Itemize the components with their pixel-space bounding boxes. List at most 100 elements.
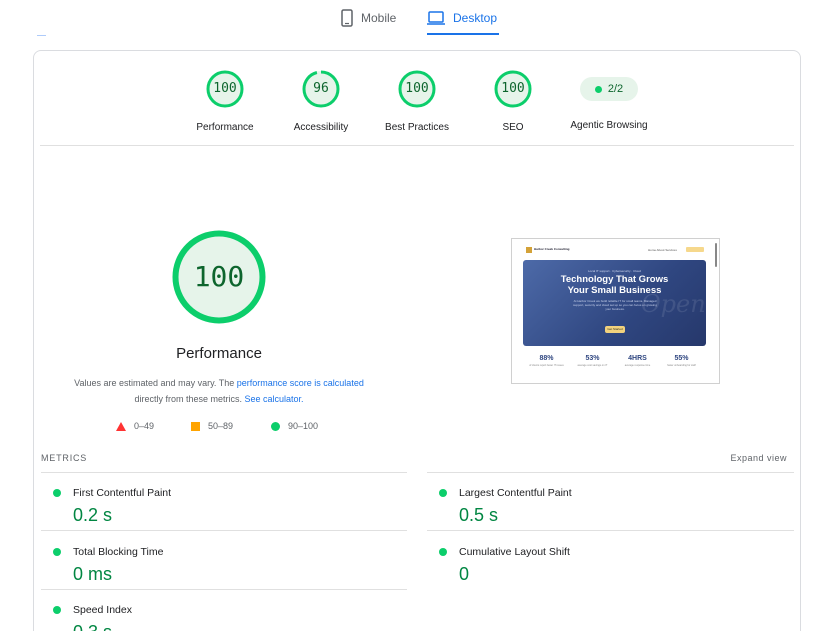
metric-value: 0.5 s [459, 505, 499, 525]
gauge-best-practices[interactable]: 100 Best Practices [362, 69, 472, 133]
metric-name: Speed Index [73, 604, 132, 616]
preview-hero: Open Local IT support · Cybersecurity · … [523, 260, 706, 346]
device-tabs: Mobile Desktop [0, 0, 833, 40]
tab-desktop[interactable]: Desktop [427, 0, 500, 35]
score-legend: 0–49 50–89 90–100 [116, 421, 396, 435]
agentic-score: 2/2 [607, 83, 624, 95]
preview-stat-desc: faster onboarding for staff [667, 364, 696, 367]
metric-name: Total Blocking Time [73, 546, 164, 558]
preview-stat: 53% average cost savings on IT [570, 355, 615, 367]
circle-icon [271, 421, 280, 431]
preview-stat-value: 53% [585, 355, 600, 362]
preview-stat: 88% of clients report fewer IT issues [524, 355, 569, 367]
gauge-score: 96 [313, 81, 329, 96]
preview-stat-desc: of clients report fewer IT issues [529, 364, 564, 367]
legend-item-average: 50–89 [191, 421, 233, 431]
metric-value: 0.2 s [73, 505, 113, 525]
triangle-icon [116, 421, 126, 431]
performance-note: Values are estimated and may vary. The p… [64, 375, 374, 407]
divider [37, 35, 46, 36]
report-card: 100 Performance 96 Accessibility 100 Bes… [33, 50, 801, 631]
gauge-label: Best Practices [385, 122, 449, 133]
metric-lcp: Largest Contentful Paint 0.5 s [427, 481, 787, 537]
gauge-agentic-browsing[interactable]: 2/2 Agentic Browsing [554, 69, 664, 131]
metric-name: Cumulative Layout Shift [459, 546, 570, 558]
preview-logo-icon [526, 247, 532, 253]
metric-name: First Contentful Paint [73, 487, 172, 499]
metric-fcp: First Contentful Paint 0.2 s [41, 481, 401, 537]
preview-body: At Harbor Creek we build reliable IT for… [573, 299, 657, 311]
gauge-label: Performance [196, 122, 254, 133]
preview-scrollbar [715, 243, 717, 267]
metric-name: Largest Contentful Paint [459, 487, 572, 499]
divider [40, 145, 794, 146]
legend-item-pass: 90–100 [271, 421, 318, 431]
divider [427, 472, 794, 473]
performance-score-link[interactable]: performance score is calculated [237, 378, 364, 388]
divider [41, 472, 407, 473]
preview-stats: 88% of clients report fewer IT issues 53… [524, 355, 704, 375]
gauge-ring: 96 [301, 69, 341, 109]
note-text: Values are estimated and may vary. The [74, 378, 237, 388]
divider [427, 530, 794, 531]
pass-dot-icon [53, 548, 61, 556]
preview-brand: Harbor Creek Consulting [534, 247, 570, 251]
tab-mobile-label: Mobile [361, 10, 397, 25]
tab-mobile[interactable]: Mobile [341, 0, 396, 35]
metric-value: 0 [459, 564, 470, 584]
preview-stat: 4HRS average response time [615, 355, 660, 367]
gauge-ring: 100 [205, 69, 245, 109]
divider [41, 530, 407, 531]
performance-gauge: 100 [171, 229, 267, 325]
gauge-score: 100 [405, 81, 429, 96]
gauge-label: Accessibility [293, 122, 349, 133]
gauge-ring: 100 [397, 69, 437, 109]
divider [41, 589, 407, 590]
preview-stat: 55% faster onboarding for staff [659, 355, 704, 367]
square-icon [191, 421, 200, 431]
legend-item-fail: 0–49 [116, 421, 154, 431]
pass-dot-icon [594, 85, 602, 93]
metric-value: 0.3 s [73, 622, 112, 631]
gauge-score: 100 [213, 81, 237, 96]
legend-range: 90–100 [288, 421, 319, 431]
legend-range: 0–49 [134, 421, 155, 431]
performance-title: Performance [176, 345, 262, 362]
preview-nav: Harbor Creek Consulting Home About Servi… [512, 239, 719, 259]
metrics-header: METRICS [41, 453, 88, 463]
laptop-icon [427, 10, 445, 25]
tab-desktop-label: Desktop [453, 10, 498, 25]
preview-headline-line: Your Small Business [567, 285, 662, 296]
performance-score: 100 [193, 260, 245, 293]
preview-nav-button [686, 247, 704, 252]
legend-range: 50–89 [208, 421, 234, 431]
gauge-label: SEO [502, 122, 524, 133]
gauge-seo[interactable]: 100 SEO [458, 69, 568, 133]
preview-stat-value: 88% [539, 355, 554, 362]
metric-cls: Cumulative Layout Shift 0 [427, 540, 787, 596]
pass-dot-icon [439, 489, 447, 497]
pass-dot-icon [53, 606, 61, 614]
gauge-accessibility[interactable]: 96 Accessibility [266, 69, 376, 133]
metric-value: 0 ms [73, 564, 113, 584]
see-calculator-link[interactable]: See calculator. [244, 394, 303, 404]
gauge-performance[interactable]: 100 Performance [170, 69, 280, 133]
preview-stat-desc: average cost savings on IT [577, 364, 608, 367]
preview-headline: Technology That Grows Your Small Busines… [523, 274, 706, 296]
gauge-score: 100 [501, 81, 525, 96]
gauge-ring: 100 [493, 69, 533, 109]
expand-view-toggle[interactable]: Expand view [730, 453, 787, 463]
pass-dot-icon [439, 548, 447, 556]
category-gauges: 100 Performance 96 Accessibility 100 Bes… [34, 51, 800, 146]
metric-speed-index: Speed Index 0.3 s [41, 598, 401, 631]
final-screenshot-thumbnail[interactable]: Harbor Creek Consulting Home About Servi… [511, 238, 720, 384]
preview-stat-value: 4HRS [628, 355, 647, 362]
phone-icon [341, 8, 353, 27]
pass-dot-icon [53, 489, 61, 497]
preview-headline-line: Technology That Grows [560, 274, 669, 285]
preview-stat-value: 55% [674, 355, 689, 362]
preview-cta: Get Started [605, 326, 625, 333]
metric-tbt: Total Blocking Time 0 ms [41, 540, 401, 596]
preview-stat-desc: average response time [624, 364, 651, 367]
preview-nav-links: Home About Services [648, 248, 677, 252]
